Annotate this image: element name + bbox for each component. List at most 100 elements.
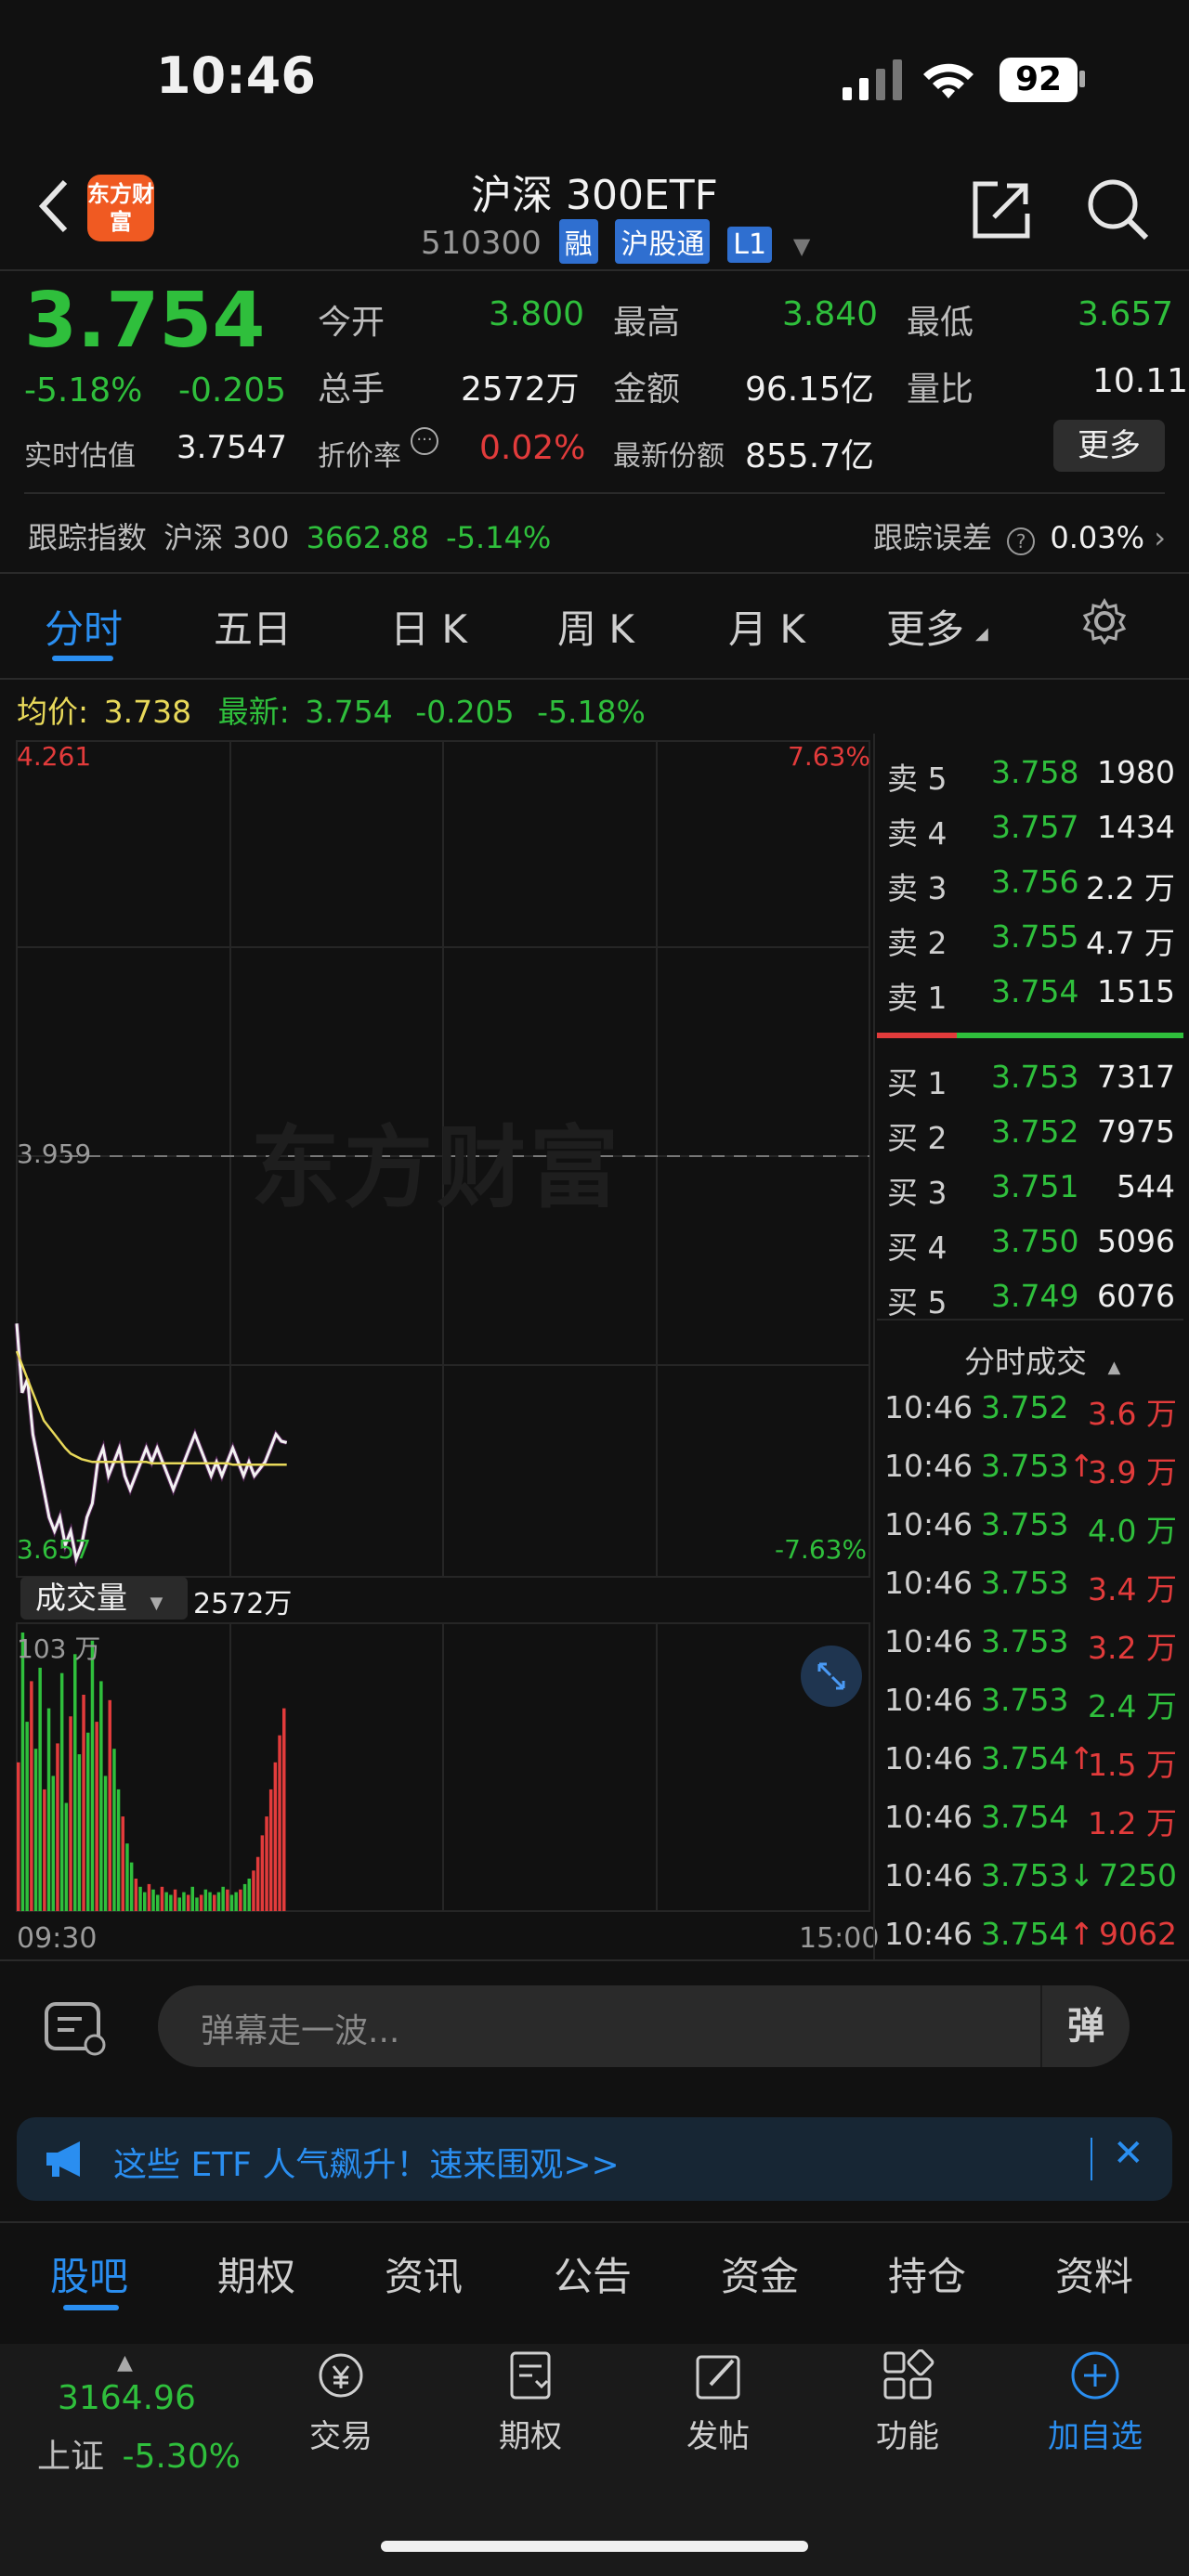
discount-value: 0.02% <box>479 429 586 467</box>
tab-news[interactable]: 资讯 <box>385 2245 463 2302</box>
nav-functions[interactable]: 功能 <box>847 2349 968 2456</box>
volume-selector[interactable]: 成交量 ▼ <box>20 1577 188 1620</box>
tab-profile[interactable]: 资料 <box>1055 2245 1133 2302</box>
volume-bar <box>247 1879 251 1911</box>
ask-row-price: 3.758 <box>991 754 1079 790</box>
nav-index-name: 上证 <box>37 2438 105 2476</box>
bid-row-vol: 5096 <box>1097 1223 1175 1259</box>
change-pct: -5.18% <box>24 371 143 410</box>
volume-bar <box>265 1816 268 1911</box>
more-button[interactable]: 更多 <box>1053 420 1165 472</box>
volume-bar <box>99 1681 103 1911</box>
bid-bar <box>957 1033 1183 1038</box>
expand-button[interactable] <box>801 1646 862 1707</box>
comment-toggle[interactable] <box>37 1991 115 2065</box>
tab-holdings[interactable]: 持仓 <box>888 2245 966 2302</box>
avg-label: 均价: <box>17 694 89 730</box>
trade-time: 10:46 <box>884 1565 973 1601</box>
settings-gear-icon[interactable] <box>1081 598 1128 644</box>
ask-row-label: 卖 5 <box>887 761 947 797</box>
latest-change: -0.205 <box>415 694 515 730</box>
tracking-index-value: 3662.88 <box>306 520 429 555</box>
trade-time: 10:46 <box>884 1623 973 1659</box>
trades-title[interactable]: 分时成交 ▲ <box>964 1337 1120 1382</box>
tab-intraday[interactable]: 分时 <box>45 598 123 655</box>
volume-bar <box>242 1883 247 1911</box>
open-value: 3.800 <box>489 295 585 333</box>
dropdown-icon[interactable]: ▼ <box>793 233 810 259</box>
tab-funds[interactable]: 资金 <box>721 2245 799 2302</box>
volume-bar <box>59 1672 64 1911</box>
chart-grid <box>16 740 870 1912</box>
volume-bar <box>260 1835 265 1911</box>
comment-settings-icon <box>45 2002 106 2056</box>
avg-price-line <box>15 1350 287 1466</box>
ask-row: 卖 1 3.754 1515 <box>887 973 1175 1027</box>
tracking-error-row[interactable]: 跟踪误差 ? 0.03% › <box>873 514 1166 557</box>
trade-volume: 3.6 万 <box>1088 1396 1177 1432</box>
divider <box>877 1319 1183 1321</box>
trade-price: 3.753 <box>981 1623 1069 1659</box>
trade-row: 10:46 3.753↓ 7250 <box>884 1857 1177 1915</box>
bid-row: 买 1 3.753 7317 <box>887 1059 1175 1112</box>
tab-options[interactable]: 期权 <box>217 2245 295 2302</box>
tab-weekly-k[interactable]: 周 K <box>557 598 634 655</box>
battery-tip <box>1079 71 1085 87</box>
avg-info-row: 均价: 3.738 最新: 3.754 -0.205 -5.18% <box>17 687 646 732</box>
ask-row-label: 卖 2 <box>887 925 947 961</box>
search-icon[interactable] <box>1085 176 1150 243</box>
wifi-icon <box>923 63 973 98</box>
volume-bar <box>169 1894 173 1911</box>
trade-price: 3.753↓ <box>981 1857 1095 1893</box>
tab-guba[interactable]: 股吧 <box>50 2245 128 2302</box>
top-pct-label: 7.63% <box>788 741 870 772</box>
trade-time: 10:46 <box>884 1857 973 1893</box>
bid-row-vol: 544 <box>1117 1168 1175 1204</box>
bid-row-vol: 7975 <box>1097 1113 1175 1150</box>
nav-index-value[interactable]: 3164.96 <box>58 2379 196 2417</box>
home-indicator <box>381 2541 808 2552</box>
intraday-chart[interactable] <box>0 734 873 1959</box>
info-icon[interactable]: ··· <box>411 427 438 455</box>
tab-monthly-k[interactable]: 月 K <box>728 598 805 655</box>
tab-daily-k[interactable]: 日 K <box>390 598 467 655</box>
tab-announce[interactable]: 公告 <box>554 2245 632 2302</box>
ask-row-price: 3.756 <box>991 864 1079 900</box>
volume-bar <box>20 1633 25 1911</box>
ask-row-price: 3.754 <box>991 973 1079 1009</box>
close-icon[interactable]: ✕ <box>1113 2132 1144 2175</box>
nav-trade[interactable]: 交易 <box>281 2349 401 2456</box>
volume-bar <box>121 1816 124 1911</box>
share-icon[interactable] <box>970 178 1033 241</box>
volume-bar <box>203 1889 208 1911</box>
nav-post[interactable]: 发帖 <box>658 2349 778 2456</box>
volume-bar <box>77 1754 82 1911</box>
volume-bar <box>73 1654 77 1911</box>
tab-five-day[interactable]: 五日 <box>214 598 292 655</box>
tab-more[interactable]: 更多 <box>886 598 964 655</box>
volume-bar <box>33 1749 38 1911</box>
tracking-index-change: -5.14% <box>446 520 552 555</box>
nav-index-row[interactable]: 上证 -5.30% <box>37 2429 241 2478</box>
promo-banner[interactable]: 这些 ETF 人气飙升！速来围观>> ✕ <box>17 2117 1172 2201</box>
nav-options[interactable]: 期权 <box>470 2349 591 2456</box>
comment-input[interactable]: 弹幕走一波... 弹 <box>158 1985 1130 2067</box>
add-circle-icon <box>1071 2351 1119 2400</box>
trade-row: 10:46 3.754 1.2 万 <box>884 1799 1177 1856</box>
tag-l1: L1 <box>727 227 773 263</box>
danmu-icon[interactable]: 弹 <box>1040 1985 1130 2067</box>
trade-row: 10:46 3.753 3.4 万 <box>884 1565 1177 1622</box>
volume-label: 总手 <box>318 371 385 409</box>
bid-row-price: 3.751 <box>991 1168 1079 1204</box>
volume-bar <box>69 1716 72 1911</box>
divider <box>24 492 1165 494</box>
help-icon[interactable]: ? <box>1007 527 1036 555</box>
divider <box>0 1959 1189 1961</box>
trade-price: 3.753 <box>981 1506 1069 1542</box>
status-bar: 10:46 92 <box>0 0 1189 158</box>
bid-row-vol: 7317 <box>1097 1059 1175 1095</box>
nav-add-watchlist[interactable]: 加自选 <box>1035 2349 1156 2456</box>
banner-text[interactable]: 这些 ETF 人气飙升！速来围观>> <box>113 2138 620 2186</box>
tracking-error-value: 0.03% <box>1050 520 1145 555</box>
bid-row-price: 3.750 <box>991 1223 1079 1259</box>
